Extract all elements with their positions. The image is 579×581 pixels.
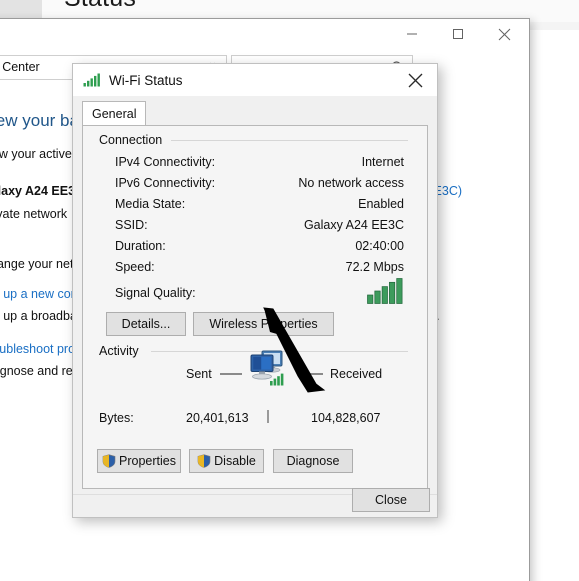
signal-quality-label: Signal Quality:	[115, 286, 196, 300]
bytes-label: Bytes:	[99, 411, 134, 425]
speed-label: Speed:	[115, 260, 155, 274]
diagnose-button[interactable]: Diagnose	[273, 449, 353, 473]
media-state-value: Enabled	[358, 197, 404, 211]
duration-value: 02:40:00	[355, 239, 404, 253]
ipv4-value: Internet	[361, 155, 404, 169]
activity-group-label: Activity	[99, 344, 139, 358]
bytes-received-value: 104,828,607	[311, 411, 381, 425]
uac-shield-icon	[197, 454, 211, 468]
screen: Status Network and Sharing Center	[0, 0, 579, 581]
sent-label: Sent	[186, 367, 212, 381]
network-type: Private network	[0, 207, 68, 221]
tab-general[interactable]: General	[82, 101, 147, 126]
speed-value: 72.2 Mbps	[345, 260, 404, 274]
ipv6-label: IPv6 Connectivity:	[115, 176, 216, 190]
top-strip-title: Status	[64, 0, 136, 13]
uac-shield-icon	[102, 454, 116, 468]
received-label: Received	[330, 367, 383, 381]
properties-button[interactable]: Properties	[97, 449, 181, 473]
maximize-button[interactable]	[435, 19, 481, 49]
dialog-close-icon[interactable]	[393, 64, 437, 96]
control-panel-titlebar	[0, 19, 527, 49]
close-button[interactable]	[481, 19, 527, 49]
ipv6-value: No network access	[298, 176, 404, 190]
dialog-title: Wi-Fi Status	[109, 72, 183, 88]
received-dash	[301, 373, 323, 375]
wifi-signal-icon	[83, 73, 101, 87]
bytes-sent-value: 20,401,613	[186, 411, 249, 425]
ipv4-label: IPv4 Connectivity:	[115, 155, 216, 169]
disable-button-label: Disable	[214, 454, 256, 468]
connection-group-label: Connection	[99, 133, 163, 147]
ssid-label: SSID:	[115, 218, 148, 232]
breadcrumb: Network and Sharing Center	[0, 60, 40, 74]
duration-label: Duration:	[115, 239, 166, 253]
details-button[interactable]: Details...	[106, 312, 186, 336]
wifi-status-dialog: Wi-Fi Status General Connection IPv4 Con…	[72, 63, 438, 518]
dialog-close-button[interactable]: Close	[352, 488, 430, 512]
network-activity-icon	[245, 347, 293, 400]
wireless-properties-button[interactable]: Wireless Properties	[193, 312, 334, 336]
media-state-label: Media State:	[115, 197, 186, 211]
disable-button[interactable]: Disable	[189, 449, 264, 473]
signal-quality-bars-icon	[367, 278, 404, 309]
sent-dash	[220, 373, 242, 375]
window-controls	[389, 19, 527, 49]
minimize-button[interactable]	[389, 19, 435, 49]
ssid-value: Galaxy A24 EE3C	[303, 218, 404, 232]
connection-group-line	[171, 140, 408, 141]
general-tab-panel: Connection IPv4 Connectivity: Internet I…	[82, 125, 428, 489]
bytes-divider	[267, 410, 269, 423]
properties-button-label: Properties	[119, 454, 176, 468]
dialog-titlebar: Wi-Fi Status	[73, 64, 437, 96]
tabstrip: General	[82, 101, 428, 126]
